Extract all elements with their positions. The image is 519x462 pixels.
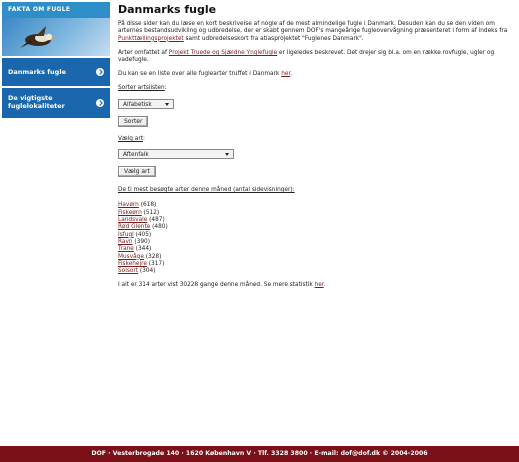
- statistics-link[interactable]: her: [315, 282, 324, 288]
- species-link[interactable]: Landsvale: [118, 217, 147, 223]
- page-title: Danmarks fugle: [118, 3, 217, 16]
- list-item: Solsort (304): [118, 268, 508, 275]
- species-count: (328): [143, 253, 162, 260]
- species-link[interactable]: Solsort: [118, 268, 138, 274]
- arrow-circle-icon: [96, 68, 104, 76]
- species-count: (304): [138, 268, 156, 275]
- species-count: (317): [146, 260, 165, 267]
- chevron-down-icon: [225, 153, 229, 157]
- truede-ynglefugle-link[interactable]: Projekt Truede og Sjældne Ynglefugle: [169, 50, 277, 56]
- intro-paragraph: På disse sider kan du læse en kort beskr…: [118, 21, 508, 43]
- species-count: (512): [141, 209, 160, 216]
- sidebar-item-fuglelokaliteter[interactable]: De vigtigste fuglelokaliteter: [2, 88, 110, 118]
- species-label: Vælg art: [118, 135, 143, 142]
- species-link[interactable]: Trane: [118, 246, 134, 252]
- list-item: Musvåge (328): [118, 254, 508, 261]
- main-content: Danmarks fugle På disse sider kan du læs…: [118, 3, 508, 297]
- sidebar: FAKTA OM FUGLE Danmarks fugle De vigtigs…: [0, 0, 111, 446]
- species-select[interactable]: Aftenfalk: [118, 149, 234, 160]
- chevron-down-icon: [165, 102, 169, 106]
- sort-select-value: Alfabetisk: [123, 101, 152, 108]
- species-list-text: Du kan se en liste over alle fuglearter …: [118, 71, 282, 78]
- list-item: Landsvale (487): [118, 217, 508, 224]
- species-link[interactable]: Ravn: [118, 239, 133, 245]
- species-list-link[interactable]: her: [281, 71, 290, 77]
- projects-paragraph: Arter omfattet af Projekt Truede og Sjæl…: [118, 50, 508, 64]
- top-species-list: Havørn (618) Fiskeørn (512) Landsvale (4…: [118, 202, 508, 275]
- species-link[interactable]: Fiskehejre: [118, 261, 147, 267]
- species-link[interactable]: Musvåge: [118, 254, 144, 260]
- species-section: Vælg art:: [118, 136, 508, 143]
- species-count: (487): [147, 217, 165, 224]
- punkttaellingsprojektet-link[interactable]: Punkttællingsprojektet: [118, 36, 184, 42]
- intro-text: På disse sider kan du læse en kort beskr…: [118, 21, 508, 35]
- list-item: Fiskeørn (512): [118, 210, 508, 217]
- list-item: Ravn (390): [118, 239, 508, 246]
- species-list-end: .: [290, 71, 293, 78]
- species-link[interactable]: Havørn: [118, 202, 139, 208]
- species-count: (405): [133, 231, 152, 238]
- summary-paragraph: I alt er 314 arter vist 30228 gange denn…: [118, 282, 508, 289]
- list-item: Havørn (618): [118, 202, 508, 209]
- choose-species-button[interactable]: Vælg art: [118, 166, 156, 178]
- footer: DOF · Vesterbrogade 140 · 1620 København…: [0, 446, 519, 462]
- sidebar-item-label: De vigtigste fuglelokaliteter: [8, 94, 65, 110]
- sort-select[interactable]: Alfabetisk: [118, 98, 174, 109]
- intro-text-end: samt udbredelseskort fra atlasprojektet …: [183, 35, 364, 42]
- species-count: (480): [150, 224, 168, 231]
- summary-end: .: [323, 282, 326, 289]
- species-select-value: Aftenfalk: [123, 152, 149, 159]
- bird-icon: [20, 26, 56, 48]
- list-item: Isfugl (405): [118, 232, 508, 239]
- arrow-circle-icon: [96, 99, 104, 107]
- bird-photo: [2, 18, 110, 56]
- species-list-paragraph: Du kan se en liste over alle fuglearter …: [118, 71, 508, 78]
- species-link[interactable]: Isfugl: [118, 232, 134, 238]
- species-link[interactable]: Fiskeørn: [118, 210, 142, 216]
- list-item: Trane (344): [118, 246, 508, 253]
- species-count: (390): [132, 238, 150, 245]
- species-count: (344): [133, 246, 152, 253]
- list-item: Fiskehejre (317): [118, 261, 508, 268]
- sort-label-colon: :: [164, 85, 167, 92]
- list-item: Rød Glente (480): [118, 224, 508, 231]
- species-link[interactable]: Rød Glente: [118, 224, 150, 230]
- species-count: (618): [138, 202, 157, 209]
- sort-label: Sorter artslisten: [118, 85, 165, 92]
- top-species-heading: De ti mest besøgte arter denne måned (an…: [118, 187, 295, 194]
- projects-text: Arter omfattet af: [118, 49, 169, 56]
- sidebar-item-danmarks-fugle[interactable]: Danmarks fugle: [2, 58, 110, 86]
- sidebar-item-label: Danmarks fugle: [8, 68, 66, 76]
- sort-button[interactable]: Sorter: [118, 115, 149, 127]
- species-label-colon: :: [143, 135, 145, 142]
- sort-section: Sorter artslisten:: [118, 85, 508, 92]
- sidebar-header: FAKTA OM FUGLE: [2, 2, 110, 18]
- summary-text: I alt er 314 arter vist 30228 gange denn…: [118, 282, 315, 289]
